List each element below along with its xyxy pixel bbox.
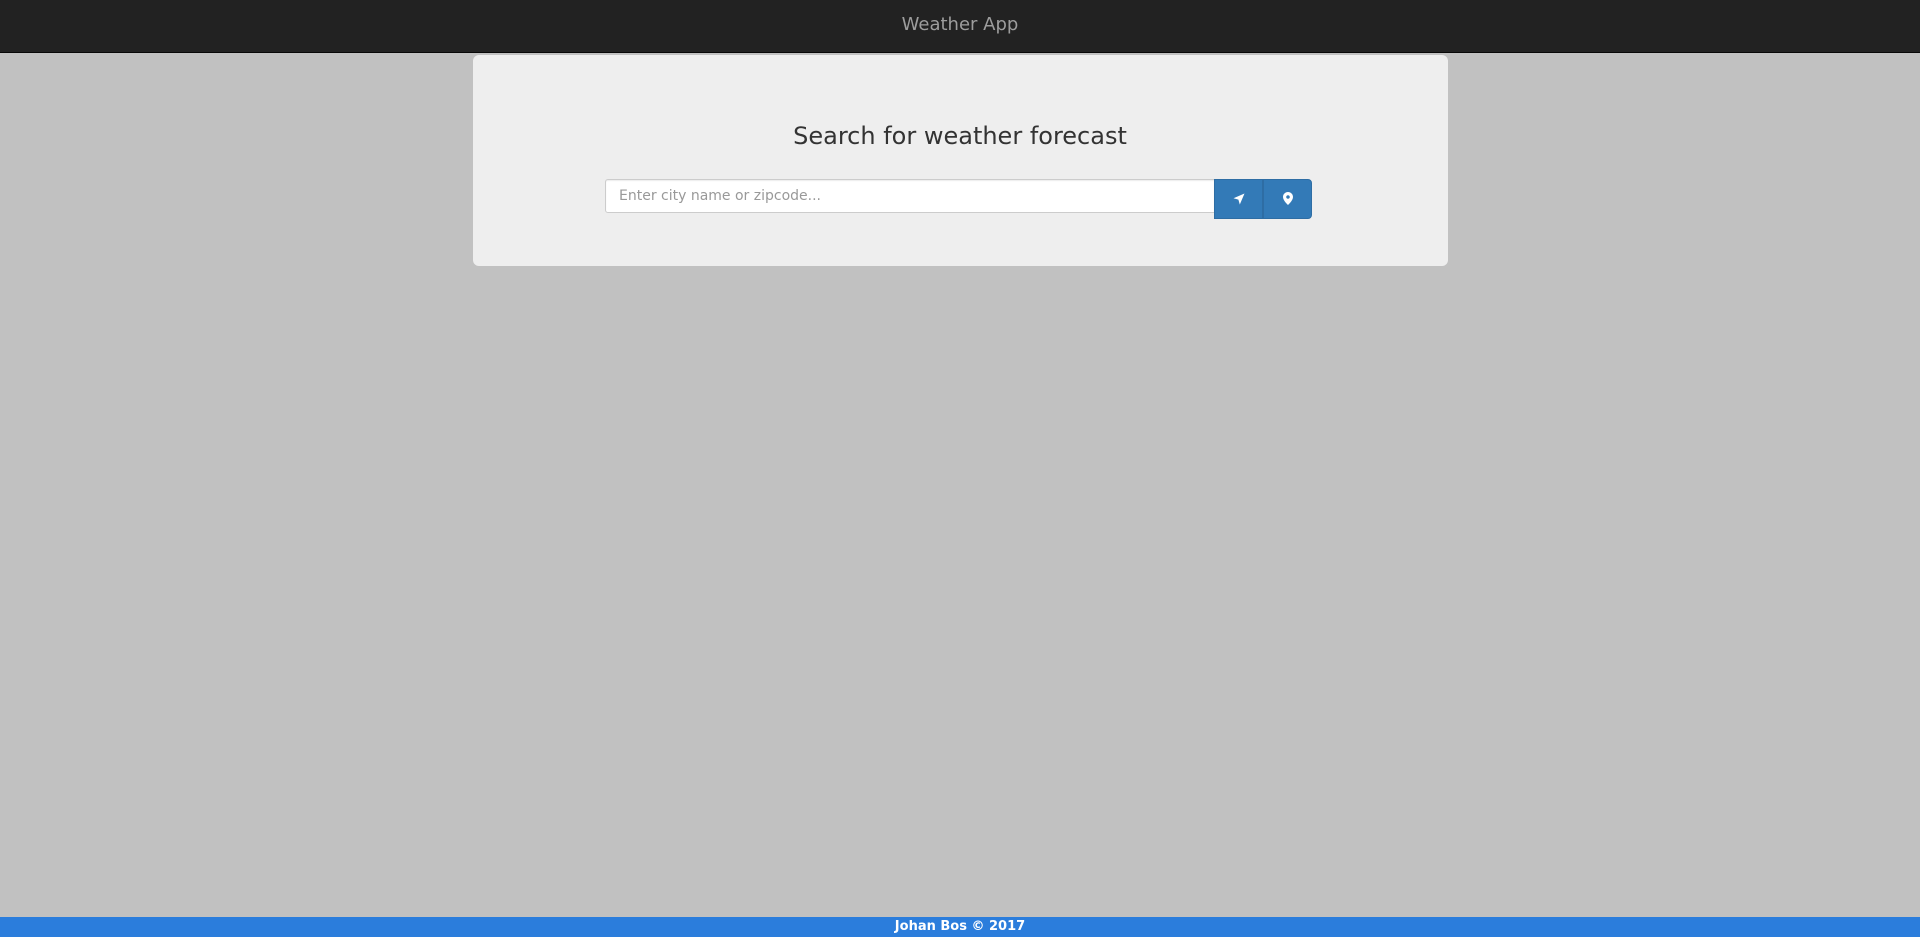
location-arrow-icon	[1233, 190, 1245, 209]
top-navbar: Weather App	[0, 0, 1920, 53]
app-brand-title[interactable]: Weather App	[0, 14, 1920, 36]
search-location-button[interactable]	[1263, 179, 1312, 219]
city-search-input[interactable]	[605, 179, 1215, 213]
map-marker-icon	[1282, 190, 1293, 209]
footer-copyright: Johan Bos © 2017	[894, 919, 1026, 934]
search-heading: Search for weather forecast	[793, 122, 1127, 150]
page-footer: Johan Bos © 2017	[0, 917, 1920, 937]
search-panel	[473, 55, 1448, 266]
current-location-button[interactable]	[1214, 179, 1263, 219]
